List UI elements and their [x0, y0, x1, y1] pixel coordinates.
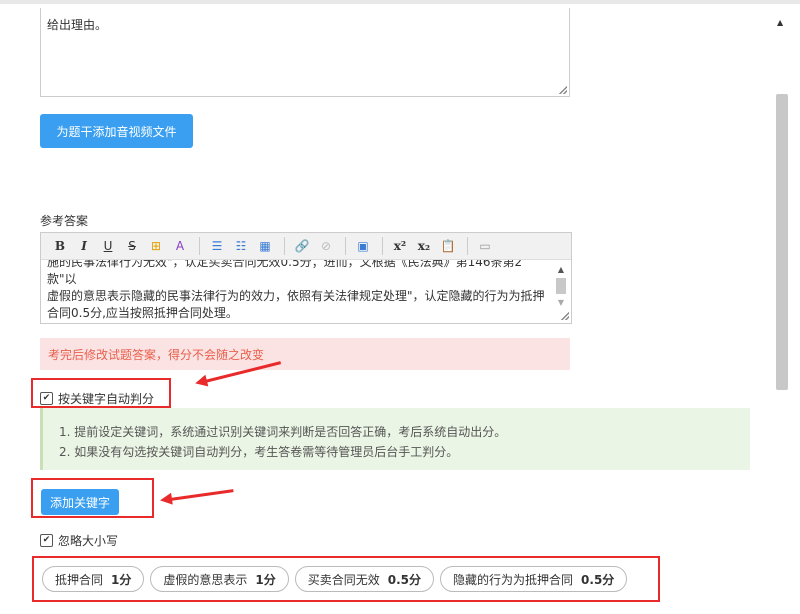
auto-keyword-checkbox-row[interactable]: ✔ 按关键字自动判分 — [40, 390, 154, 407]
scroll-down-icon[interactable]: ▼ — [555, 298, 567, 307]
question-text: 给出理由。 — [47, 18, 108, 32]
toolbar-separator — [382, 237, 383, 255]
info-line: 2. 如果没有勾选按关键词自动判分，考生答卷需等待管理员后台手工判分。 — [59, 445, 459, 459]
answer-line: 合同0.5分,应当按照抵押合同处理。 — [47, 306, 238, 320]
keyword-tag[interactable]: 虚假的意思表示 1分 — [150, 566, 289, 592]
ordered-list-icon[interactable]: ☰ — [206, 236, 228, 256]
info-box: 1. 提前设定关键词，系统通过识别关键词来判断是否回答正确，考后系统自动出分。 … — [40, 408, 750, 470]
table-icon[interactable]: ▦ — [254, 236, 276, 256]
checkbox-checked-icon[interactable]: ✔ — [40, 534, 53, 547]
toolbar-separator — [467, 237, 468, 255]
remove-format-icon[interactable]: A — [169, 236, 191, 256]
keyword-score: 1分 — [255, 572, 276, 587]
keyword-tags: 抵押合同 1分 虚假的意思表示 1分 买卖合同无效 0.5分 隐藏的行为为抵押合… — [42, 566, 628, 592]
font-color-icon[interactable]: ⊞ — [145, 236, 167, 256]
answer-editor[interactable]: B I U S ⊞ A ☰ ☷ ▦ 🔗 ⊘ ▣ x² x₂ 📋 ▭ 施的民事法律… — [40, 232, 572, 324]
keyword-tag[interactable]: 买卖合同无效 0.5分 — [294, 566, 435, 592]
answer-line: 施的民事法律行为无效"，认定买卖合同无效0.5分；进而，又根据《民法典》第146… — [47, 260, 523, 286]
resize-grip-icon[interactable] — [559, 86, 567, 94]
editor-scroll-thumb[interactable] — [556, 278, 566, 294]
annotation-arrow-icon — [169, 489, 234, 501]
strikethrough-icon[interactable]: S — [121, 236, 143, 256]
editor-toolbar: B I U S ⊞ A ☰ ☷ ▦ 🔗 ⊘ ▣ x² x₂ 📋 ▭ — [41, 233, 571, 260]
toolbar-separator — [345, 237, 346, 255]
keyword-word: 买卖合同无效 — [307, 572, 380, 587]
info-line: 1. 提前设定关键词，系统通过识别关键词来判断是否回答正确，考后系统自动出分。 — [59, 425, 507, 439]
bold-icon[interactable]: B — [49, 236, 71, 256]
ignore-case-checkbox-row[interactable]: ✔ 忽略大小写 — [40, 532, 118, 549]
answer-label: 参考答案 — [40, 214, 89, 228]
add-media-button[interactable]: 为题干添加音视频文件 — [40, 114, 193, 148]
subscript-icon[interactable]: x₂ — [413, 236, 435, 256]
resize-grip-icon[interactable] — [561, 312, 569, 320]
page-scroll-thumb[interactable] — [776, 94, 788, 390]
auto-keyword-label: 按关键字自动判分 — [58, 392, 155, 406]
scroll-up-icon[interactable]: ▲ — [777, 18, 783, 27]
italic-icon[interactable]: I — [73, 236, 95, 256]
page-scrollbar[interactable]: ▲ — [774, 10, 790, 610]
answer-line: 虚假的意思表示隐藏的民事法律行为的效力，依照有关法律规定处理"，认定隐藏的行为为… — [47, 289, 545, 303]
unordered-list-icon[interactable]: ☷ — [230, 236, 252, 256]
toolbar-separator — [199, 237, 200, 255]
keyword-word: 抵押合同 — [55, 572, 104, 587]
add-keyword-button[interactable]: 添加关键字 — [41, 489, 119, 515]
paste-icon[interactable]: 📋 — [437, 236, 459, 256]
keyword-word: 隐藏的行为为抵押合同 — [453, 572, 574, 587]
question-textarea[interactable]: 给出理由。 — [40, 8, 570, 97]
image-icon[interactable]: ▣ — [352, 236, 374, 256]
window-top-border — [0, 0, 800, 4]
keyword-word: 虚假的意思表示 — [163, 572, 248, 587]
warning-banner: 考完后修改试题答案，得分不会随之改变 — [40, 338, 570, 370]
keyword-tag[interactable]: 隐藏的行为为抵押合同 0.5分 — [440, 566, 628, 592]
keyword-score: 1分 — [111, 572, 132, 587]
keyword-tag[interactable]: 抵押合同 1分 — [42, 566, 145, 592]
link-icon[interactable]: 🔗 — [291, 236, 313, 256]
ignore-case-label: 忽略大小写 — [58, 534, 119, 548]
checkbox-checked-icon[interactable]: ✔ — [40, 392, 53, 405]
underline-icon[interactable]: U — [97, 236, 119, 256]
answer-text: 施的民事法律行为无效"，认定买卖合同无效0.5分；进而，又根据《民法典》第146… — [47, 260, 547, 322]
editor-body[interactable]: 施的民事法律行为无效"，认定买卖合同无效0.5分；进而，又根据《民法典》第146… — [41, 260, 571, 322]
source-icon[interactable]: ▭ — [474, 236, 496, 256]
superscript-icon[interactable]: x² — [389, 236, 411, 256]
keyword-score: 0.5分 — [387, 572, 422, 587]
toolbar-separator — [284, 237, 285, 255]
keyword-score: 0.5分 — [581, 572, 615, 587]
scroll-up-icon[interactable]: ▲ — [555, 266, 567, 274]
unlink-icon[interactable]: ⊘ — [315, 236, 337, 256]
editor-scrollbar[interactable]: ▲ ▼ — [555, 266, 567, 316]
